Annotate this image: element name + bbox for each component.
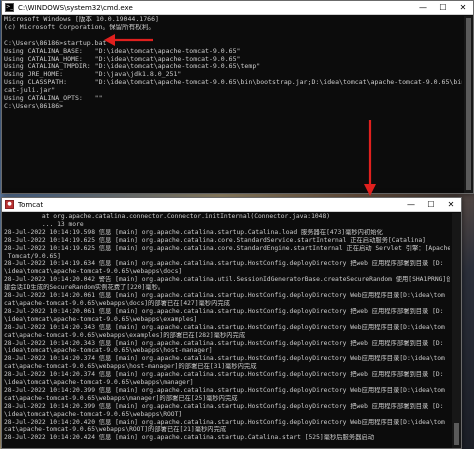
console-line: 28-Jul-2022 10:14:19.625 信息 [main] org.a… bbox=[4, 236, 426, 244]
console-line: Using CATALINA_HOME: "D:\idea\tomcat\apa… bbox=[4, 55, 241, 63]
console-line: Using CATALINA_BASE: "D:\idea\tomcat\apa… bbox=[4, 47, 241, 55]
console-line: cat\apache-tomcat-9.0.65\webapps\host-ma… bbox=[4, 363, 257, 371]
console-line: \idea\tomcat\apache-tomcat-9.0.65\webapp… bbox=[4, 347, 213, 355]
cmd-scrollbar-thumb[interactable] bbox=[466, 18, 471, 190]
cmd-scrollbar[interactable] bbox=[464, 16, 473, 193]
console-line: 28-Jul-2022 10:14:20.061 信息 [main] org.a… bbox=[4, 292, 445, 300]
tomcat-icon: ● bbox=[5, 200, 14, 209]
console-line: cat\apache-tomcat-9.0.65\webapps\manager… bbox=[4, 394, 238, 402]
console-line: cat\apache-tomcat-9.0.65\webapps\example… bbox=[4, 331, 246, 339]
console-line: cat\apache-tomcat-9.0.65\webapps\ROOT]的部… bbox=[4, 426, 227, 434]
console-line: cat\apache-tomcat-9.0.65\webapps\docs]的部… bbox=[4, 299, 230, 307]
console-line: Microsoft Windows [版本 10.0.19044.1766] bbox=[4, 16, 159, 23]
console-line: \idea\tomcat\apache-tomcat-9.0.65\webapp… bbox=[4, 379, 194, 387]
console-line: 28-Jul-2022 10:14:20.343 信息 [main] org.a… bbox=[4, 339, 444, 347]
cmd-close-button[interactable]: ✕ bbox=[453, 1, 473, 14]
tomcat-console-output[interactable]: at org.apache.catalina.connector.Connect… bbox=[2, 212, 461, 448]
console-line: C:\Users\86186> bbox=[4, 102, 64, 110]
console-line: (c) Microsoft Corporation。保留所有权利。 bbox=[4, 23, 155, 31]
console-line: 28-Jul-2022 10:14:20.343 信息 [main] org.a… bbox=[4, 323, 445, 331]
console-line: 28-Jul-2022 10:14:20.424 信息 [main] org.a… bbox=[4, 434, 375, 442]
console-line: 28-Jul-2022 10:14:19.634 信息 [main] org.a… bbox=[4, 260, 444, 268]
console-line: \idea\tomcat\apache-tomcat-9.0.65\webapp… bbox=[4, 410, 183, 418]
console-line: 28-Jul-2022 10:14:20.399 信息 [main] org.a… bbox=[4, 386, 445, 394]
tomcat-window[interactable]: ● Tomcat — ☐ ✕ at org.apache.catalina.co… bbox=[1, 197, 462, 449]
cmd-maximize-button[interactable]: ☐ bbox=[433, 1, 453, 14]
console-line: Using CLASSPATH: "D:\idea\tomcat\apache-… bbox=[4, 79, 462, 87]
tomcat-titlebar[interactable]: ● Tomcat — ☐ ✕ bbox=[2, 198, 461, 212]
cmd-icon: >_ bbox=[5, 3, 14, 12]
cmd-title: C:\WINDOWS\system32\cmd.exe bbox=[18, 3, 133, 12]
tomcat-maximize-button[interactable]: ☐ bbox=[421, 198, 441, 211]
console-line: 建会话ID生成的SecureRandom实例花费了[220]毫秒。 bbox=[4, 284, 165, 292]
console-line: at org.apache.catalina.connector.Connect… bbox=[4, 213, 331, 220]
tomcat-title: Tomcat bbox=[18, 200, 44, 209]
tomcat-scrollbar[interactable] bbox=[452, 213, 461, 448]
console-line: 28-Jul-2022 10:14:20.374 信息 [main] org.a… bbox=[4, 355, 445, 363]
tomcat-minimize-button[interactable]: — bbox=[401, 198, 421, 211]
console-line: cat-juli.jar" bbox=[4, 87, 56, 95]
console-line: \idea\tomcat\apache-tomcat-9.0.65\webapp… bbox=[4, 268, 183, 276]
console-line: C:\Users\86186>startup.bat bbox=[4, 39, 107, 47]
cmd-console-output[interactable]: Microsoft Windows [版本 10.0.19044.1766] (c… bbox=[2, 15, 473, 193]
tomcat-close-button[interactable]: ✕ bbox=[441, 198, 461, 211]
console-line: 28-Jul-2022 10:14:20.399 信息 [main] org.a… bbox=[4, 402, 444, 410]
console-line: 28-Jul-2022 10:14:20.061 信息 [main] org.a… bbox=[4, 307, 444, 315]
cmd-minimize-button[interactable]: — bbox=[413, 1, 433, 14]
console-line: Using CATALINA_OPTS: "" bbox=[4, 95, 103, 103]
tomcat-scrollbar-thumb[interactable] bbox=[454, 423, 459, 445]
console-line: 28-Jul-2022 10:14:20.374 信息 [main] org.a… bbox=[4, 371, 444, 379]
console-line: 28-Jul-2022 10:14:19.625 信息 [main] org.a… bbox=[4, 244, 450, 252]
console-line: \idea\tomcat\apache-tomcat-9.0.65\webapp… bbox=[4, 315, 198, 323]
console-line: Tomcat/9.0.65] bbox=[4, 252, 61, 260]
console-line: 28-Jul-2022 10:14:20.420 信息 [main] org.a… bbox=[4, 418, 445, 426]
console-line: 28-Jul-2022 10:14:19.598 信息 [main] org.a… bbox=[4, 228, 383, 236]
cmd-window[interactable]: >_ C:\WINDOWS\system32\cmd.exe — ☐ ✕ Mic… bbox=[1, 0, 474, 194]
cmd-titlebar[interactable]: >_ C:\WINDOWS\system32\cmd.exe — ☐ ✕ bbox=[2, 1, 473, 15]
console-line: 28-Jul-2022 10:14:20.042 警告 [main] org.a… bbox=[4, 276, 450, 284]
console-line: ... 13 more bbox=[4, 220, 84, 228]
console-line: Using CATALINA_TMPDIR: "D:\idea\tomcat\a… bbox=[4, 63, 261, 71]
console-line: Using JRE_HOME: "D:\java\jdk1.8.0_251" bbox=[4, 71, 182, 79]
